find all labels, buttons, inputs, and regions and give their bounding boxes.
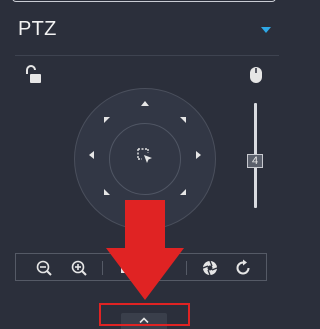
previous-panel-frame bbox=[12, 0, 276, 2]
annotation-arrow-icon bbox=[106, 200, 184, 300]
pan-down-right-arrow-icon[interactable] bbox=[176, 185, 190, 199]
pan-right-arrow-icon[interactable] bbox=[192, 148, 206, 162]
zoom-slider-thumb[interactable]: 4 bbox=[247, 154, 263, 168]
collapse-triangle-icon[interactable] bbox=[261, 27, 271, 33]
zoom-out-icon[interactable] bbox=[35, 259, 53, 277]
unlock-icon[interactable] bbox=[24, 65, 44, 85]
aperture-icon[interactable] bbox=[201, 259, 219, 277]
toolbar-separator bbox=[102, 261, 103, 275]
select-pointer-icon[interactable] bbox=[136, 147, 154, 165]
pan-down-left-arrow-icon[interactable] bbox=[100, 185, 114, 199]
pan-left-arrow-icon[interactable] bbox=[84, 148, 98, 162]
toolbar-separator bbox=[186, 261, 187, 275]
annotation-highlight-box bbox=[99, 303, 190, 326]
pan-up-arrow-icon[interactable] bbox=[138, 96, 152, 110]
panel-title: PTZ bbox=[18, 18, 57, 40]
pan-up-right-arrow-icon[interactable] bbox=[176, 113, 190, 127]
header-divider bbox=[15, 55, 279, 56]
mouse-icon[interactable] bbox=[249, 66, 263, 84]
zoom-in-icon[interactable] bbox=[70, 259, 88, 277]
pan-up-left-arrow-icon[interactable] bbox=[100, 113, 114, 127]
refresh-icon[interactable] bbox=[234, 259, 252, 277]
